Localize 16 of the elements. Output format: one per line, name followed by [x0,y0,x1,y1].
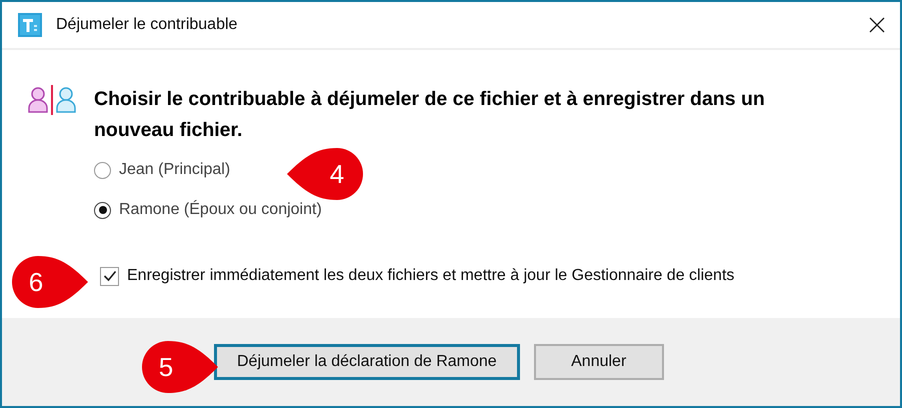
instruction-text: Choisir le contribuable à déjumeler de ce fichier et à enregistrer dans un nouveau fichier. [94,87,766,143]
window-title: Déjumeler le contribuable [56,15,238,35]
radio-button[interactable] [94,202,111,218]
radio-button[interactable] [94,162,111,178]
close-icon [869,17,885,33]
callout-badge: 6 [10,254,90,310]
cancel-button[interactable]: Annuler [534,344,664,380]
save-checkbox[interactable] [100,266,119,286]
radio-label[interactable]: Jean (Principal) [119,158,230,182]
callout-badge: 4 [285,146,365,202]
two-people-icon [26,84,78,116]
unmerge-button[interactable]: Déjumeler la déclaration de Ramone [214,344,520,380]
checkmark-icon [102,270,116,282]
app-icon [18,13,42,37]
callout-badge: 5 [140,339,220,395]
save-checkbox-label[interactable]: Enregistrer immédiatement les deux fichiers et mettre à jour le Gestionnaire de clients [127,264,734,288]
